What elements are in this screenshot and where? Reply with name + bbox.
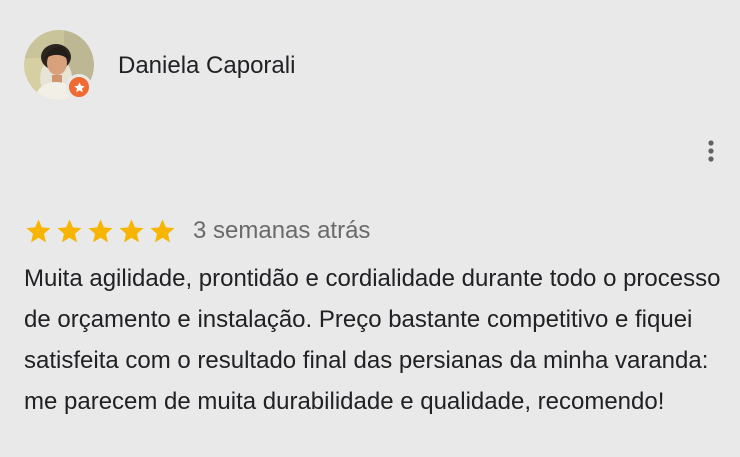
rating-row: 3 semanas atrás xyxy=(24,214,370,248)
star-icon xyxy=(57,219,82,243)
reviewer-name[interactable]: Daniela Caporali xyxy=(118,50,295,82)
star-icon xyxy=(26,219,51,243)
star-rating xyxy=(24,217,177,245)
reviewer-avatar[interactable] xyxy=(24,30,94,100)
star-icon xyxy=(119,219,144,243)
star-icon xyxy=(88,219,113,243)
review-timestamp: 3 semanas atrás xyxy=(193,217,371,244)
more-vertical-icon xyxy=(708,140,714,162)
review-text: Muita agilidade, prontidão e cordialidad… xyxy=(24,265,721,415)
local-guide-badge xyxy=(66,74,92,100)
star-icon xyxy=(150,219,175,243)
badge-star-icon xyxy=(73,81,85,92)
more-options-button[interactable] xyxy=(700,136,722,166)
